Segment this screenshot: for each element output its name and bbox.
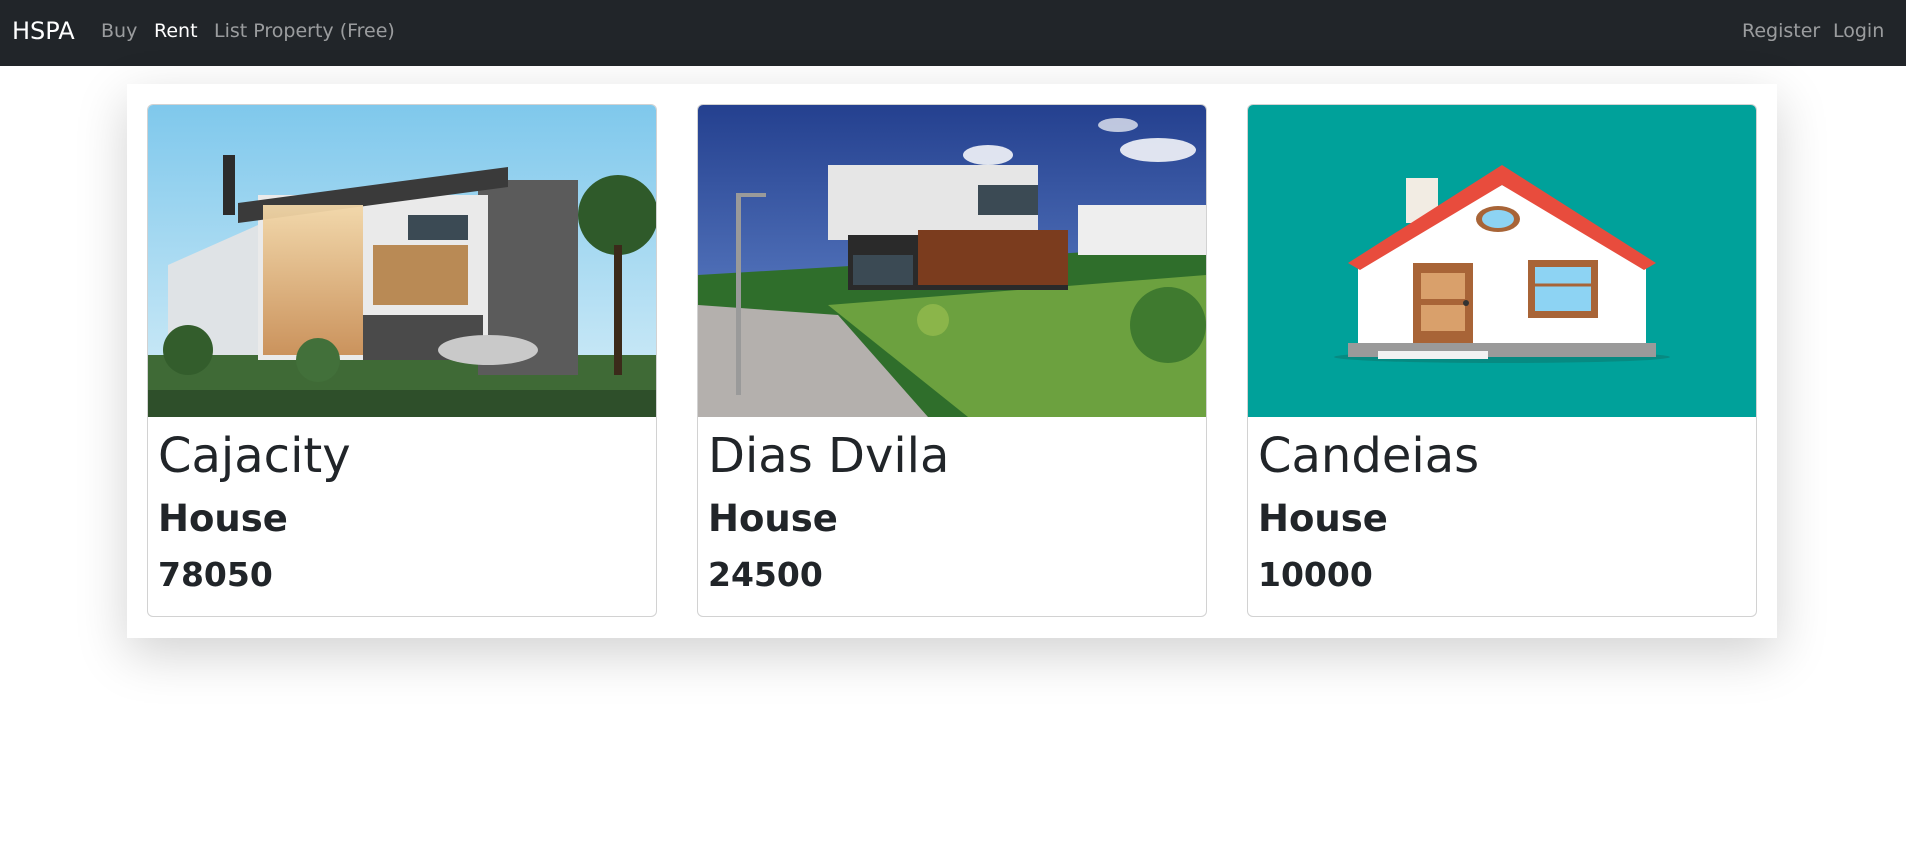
property-type: House xyxy=(1258,497,1388,540)
property-name: Cajacity xyxy=(158,428,351,484)
nav-link-buy[interactable]: Buy xyxy=(101,20,137,42)
property-price: 10000 xyxy=(1258,555,1373,594)
property-card-cajacity[interactable]: Cajacity House 78050 xyxy=(147,104,657,617)
house-illustration-icon[interactable] xyxy=(1248,105,1756,417)
property-list-panel: Cajacity House 78050 Dias Dvila House 24… xyxy=(127,84,1777,638)
brand-logo-link[interactable]: HSPA xyxy=(12,17,75,45)
property-image-modern-house[interactable] xyxy=(148,105,656,417)
nav-link-rent[interactable]: Rent xyxy=(154,20,198,42)
nav-link-list-property[interactable]: List Property (Free) xyxy=(214,20,395,42)
property-card-dias-dvila[interactable]: Dias Dvila House 24500 xyxy=(697,104,1207,617)
property-name: Candeias xyxy=(1258,428,1480,484)
property-price: 24500 xyxy=(708,555,823,594)
top-navbar: HSPA Buy Rent List Property (Free) Regis… xyxy=(0,0,1906,66)
nav-link-login[interactable]: Login xyxy=(1833,20,1884,42)
property-type: House xyxy=(708,497,838,540)
property-price: 78050 xyxy=(158,555,273,594)
nav-link-register[interactable]: Register xyxy=(1742,20,1820,42)
property-type: House xyxy=(158,497,288,540)
property-name: Dias Dvila xyxy=(708,428,950,484)
property-image-hillside-house[interactable] xyxy=(698,105,1206,417)
property-card-candeias[interactable]: Candeias House 10000 xyxy=(1247,104,1757,617)
